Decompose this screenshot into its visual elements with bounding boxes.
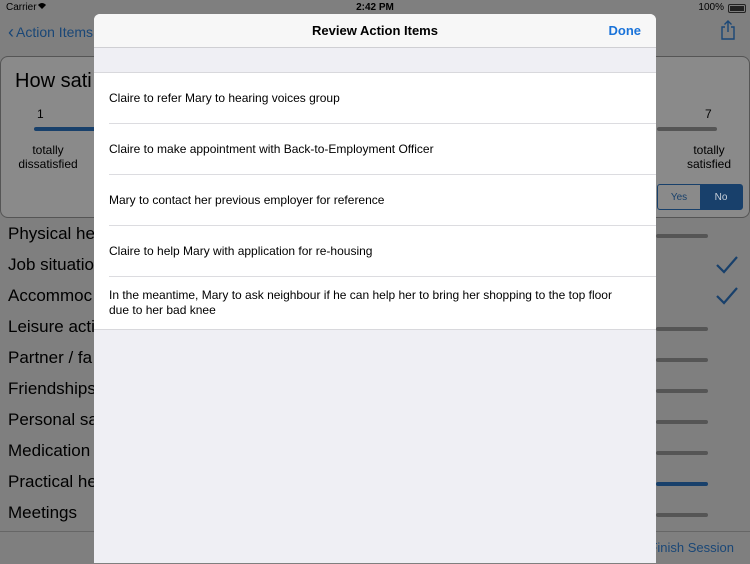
domain-label: Physical he <box>8 224 95 243</box>
domain-label: Partner / fa <box>8 348 93 367</box>
domain-label: Accommoc <box>8 286 93 305</box>
action-item[interactable]: Claire to make appointment with Back-to-… <box>109 124 656 175</box>
back-button[interactable]: ‹ Action Items <box>8 22 93 43</box>
modal-title: Review Action Items <box>312 23 438 38</box>
clock: 2:42 PM <box>356 2 394 13</box>
domain-rating-bar <box>656 234 708 238</box>
domain-rating-bar <box>656 327 708 331</box>
yes-button[interactable]: Yes <box>658 185 700 209</box>
modal-header: Review Action Items Done <box>94 14 656 48</box>
checkmark-icon <box>716 287 738 305</box>
no-button[interactable]: No <box>700 185 742 209</box>
yes-no-toggle: Yes No <box>657 184 743 210</box>
domain-rating-bar <box>656 482 708 486</box>
question-text: How sati <box>15 70 92 92</box>
domain-label: Practical he <box>8 472 97 491</box>
scale-min-value: 1 <box>37 107 44 121</box>
action-item-text: In the meantime, Mary to ask neighbour i… <box>109 288 612 317</box>
domain-rating-bar <box>656 420 708 424</box>
chevron-left-icon: ‹ <box>8 22 14 42</box>
rating-slider-fill[interactable] <box>34 127 96 131</box>
finish-session-button[interactable]: Finish Session <box>649 540 734 555</box>
domain-label: Friendships <box>8 379 96 398</box>
scale-max-value: 7 <box>705 107 712 121</box>
rating-slider-track[interactable] <box>657 127 717 131</box>
action-item-text: Mary to contact her previous employer fo… <box>109 192 385 207</box>
battery-icon <box>728 4 746 13</box>
checkmark-icon <box>716 256 738 274</box>
action-item-text: Claire to help Mary with application for… <box>109 243 373 258</box>
domain-label: Leisure acti <box>8 317 95 336</box>
action-item[interactable]: Claire to help Mary with application for… <box>109 226 656 277</box>
domain-rating-bar <box>656 358 708 362</box>
domain-label: Medication <box>8 441 91 460</box>
scale-max-label: totally satisfied <box>686 143 732 171</box>
action-item[interactable]: In the meantime, Mary to ask neighbour i… <box>109 277 656 329</box>
back-button-label: Action Items <box>16 24 94 40</box>
domain-rating-bar <box>656 451 708 455</box>
domain-label: Meetings <box>8 503 77 522</box>
scale-min-label: totally dissatisfied <box>18 143 78 171</box>
domain-rating-bar <box>656 389 708 393</box>
domain-label: Job situatio <box>8 255 94 274</box>
action-item-text: Claire to make appointment with Back-to-… <box>109 141 434 156</box>
done-button[interactable]: Done <box>609 23 642 38</box>
share-icon[interactable] <box>720 20 736 40</box>
battery-percent: 100% <box>698 2 724 13</box>
action-item-text: Claire to refer Mary to hearing voices g… <box>109 90 340 105</box>
action-item[interactable]: Claire to refer Mary to hearing voices g… <box>109 73 656 124</box>
domain-label: Personal sa <box>8 410 98 429</box>
domain-rating-bar <box>656 513 708 517</box>
action-items-list: Claire to refer Mary to hearing voices g… <box>94 72 656 330</box>
review-action-items-modal: Review Action Items Done Claire to refer… <box>94 14 656 563</box>
action-item[interactable]: Mary to contact her previous employer fo… <box>109 175 656 226</box>
